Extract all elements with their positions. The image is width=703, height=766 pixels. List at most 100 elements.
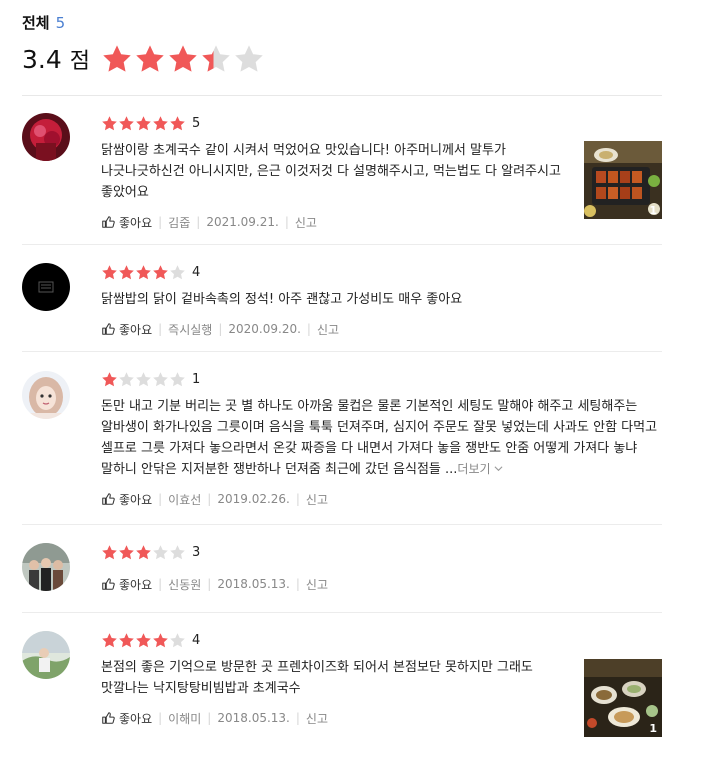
photo-count: 1 <box>649 722 657 735</box>
report-link[interactable]: 신고 <box>295 214 317 231</box>
like-button[interactable]: 좋아요 <box>101 576 152 593</box>
summary-score: 3.4 <box>22 44 62 74</box>
like-button[interactable]: 좋아요 <box>101 491 152 508</box>
star-icon <box>153 544 168 559</box>
separator: | <box>218 322 223 336</box>
avatar[interactable] <box>22 113 70 161</box>
report-link[interactable]: 신고 <box>306 710 328 727</box>
like-label: 좋아요 <box>119 711 153 726</box>
review-author[interactable]: 김줍 <box>168 214 190 231</box>
star-icon <box>119 264 134 279</box>
separator: | <box>284 215 289 229</box>
summary-star-icon <box>235 45 263 72</box>
more-link[interactable]: 더보기 <box>457 462 503 476</box>
review-meta: 좋아요 | 즉시실행 | 2020.09.20. | 신고 <box>101 320 571 338</box>
avatar[interactable] <box>22 631 70 679</box>
summary-label: 전체 <box>22 14 50 32</box>
star-icon <box>153 115 168 130</box>
review-stars <box>101 371 186 388</box>
star-icon <box>170 371 185 386</box>
review-item: 3 좋아요 | 신동원 | 2018.05.13. | 신고 <box>22 525 662 613</box>
review-photo[interactable]: 1 <box>584 141 662 219</box>
star-icon <box>102 264 117 279</box>
like-button[interactable]: 좋아요 <box>101 214 152 231</box>
separator: | <box>295 577 300 591</box>
like-label: 좋아요 <box>119 577 153 592</box>
thumbs-up-icon <box>102 323 115 335</box>
review-text-content: 돈만 내고 기분 버리는 곳 별 하나도 아까움 물컵은 물론 기본적인 세팅도… <box>101 399 658 477</box>
separator: | <box>158 711 163 725</box>
summary-score-row: 3.4 점 <box>22 43 662 75</box>
separator: | <box>207 711 212 725</box>
report-link[interactable]: 신고 <box>306 576 328 593</box>
star-icon <box>153 632 168 647</box>
star-icon <box>102 632 117 647</box>
separator: | <box>295 492 300 506</box>
separator: | <box>306 322 311 336</box>
separator: | <box>158 577 163 591</box>
thumbs-up-icon <box>102 578 115 590</box>
star-icon <box>102 544 117 559</box>
rating-summary: 전체 5 3.4 점 <box>22 12 662 75</box>
summary-star-icon <box>169 45 197 72</box>
star-icon <box>170 115 185 130</box>
star-icon <box>119 544 134 559</box>
review-stars <box>101 544 186 561</box>
review-body: 1 돈만 내고 기분 버리는 곳 별 하나도 아까움 물컵은 물론 기본적인 세… <box>101 370 657 508</box>
star-icon <box>170 544 185 559</box>
review-author[interactable]: 이효선 <box>168 491 201 508</box>
summary-star-icon <box>136 45 164 72</box>
star-icon <box>136 544 151 559</box>
star-icon <box>170 632 185 647</box>
summary-star-icon <box>103 45 131 72</box>
separator: | <box>207 492 212 506</box>
avatar-image <box>22 371 70 419</box>
avatar-image <box>22 631 70 679</box>
separator: | <box>158 492 163 506</box>
review-rating-value: 4 <box>192 632 201 648</box>
star-icon <box>102 371 117 386</box>
review-author[interactable]: 신동원 <box>168 576 201 593</box>
report-link[interactable]: 신고 <box>306 491 328 508</box>
star-icon <box>136 115 151 130</box>
thumbs-up-icon <box>102 712 115 724</box>
review-rating-value: 4 <box>192 264 201 280</box>
review-rating-value: 1 <box>192 371 201 387</box>
star-icon <box>153 264 168 279</box>
avatar-image <box>22 543 70 591</box>
avatar[interactable] <box>22 543 70 591</box>
review-item: 4 닭쌈밥의 닭이 겉바속촉의 정석! 아주 괜찮고 가성비도 매우 좋아요 좋… <box>22 245 662 352</box>
review-body: 3 좋아요 | 신동원 | 2018.05.13. | 신고 <box>101 543 571 593</box>
star-icon <box>136 264 151 279</box>
avatar[interactable] <box>22 371 70 419</box>
review-meta: 좋아요 | 이효선 | 2019.02.26. | 신고 <box>101 490 571 508</box>
avatar[interactable] <box>22 263 70 311</box>
review-text: 닭쌈이랑 초계국수 같이 시켜서 먹었어요 맛있습니다! 아주머니께서 말투가 … <box>101 143 561 200</box>
review-author[interactable]: 즉시실행 <box>168 321 212 338</box>
review-date: 2018.05.13. <box>217 577 290 591</box>
report-link[interactable]: 신고 <box>317 321 339 338</box>
like-button[interactable]: 좋아요 <box>101 321 152 338</box>
review-photo[interactable]: 1 <box>584 659 662 737</box>
like-button[interactable]: 좋아요 <box>101 710 152 727</box>
star-icon <box>119 371 134 386</box>
review-rating-row: 4 <box>101 631 571 649</box>
thumbs-up-icon <box>102 493 115 505</box>
review-rating-row: 5 <box>101 114 571 132</box>
separator: | <box>207 577 212 591</box>
review-author[interactable]: 이해미 <box>168 710 201 727</box>
review-date: 2019.02.26. <box>217 492 290 506</box>
star-icon <box>102 115 117 130</box>
separator: | <box>196 215 201 229</box>
review-item: 1 돈만 내고 기분 버리는 곳 별 하나도 아까움 물컵은 물론 기본적인 세… <box>22 352 662 525</box>
like-label: 좋아요 <box>119 322 153 337</box>
review-stars <box>101 632 186 649</box>
like-label: 좋아요 <box>119 492 153 507</box>
summary-review-count: 5 <box>55 14 66 32</box>
review-meta: 좋아요 | 이해미 | 2018.05.13. | 신고 <box>101 709 571 727</box>
review-text: 닭쌈밥의 닭이 겉바속촉의 정석! 아주 괜찮고 가성비도 매우 좋아요 <box>101 292 463 307</box>
review-body: 4 본점의 좋은 기억으로 방문한 곳 프렌차이즈화 되어서 본점보단 못하지만… <box>101 631 571 727</box>
separator: | <box>295 711 300 725</box>
review-text: 돈만 내고 기분 버리는 곳 별 하나도 아까움 물컵은 물론 기본적인 세팅도… <box>101 396 661 480</box>
more-label: 더보기 <box>457 462 491 476</box>
